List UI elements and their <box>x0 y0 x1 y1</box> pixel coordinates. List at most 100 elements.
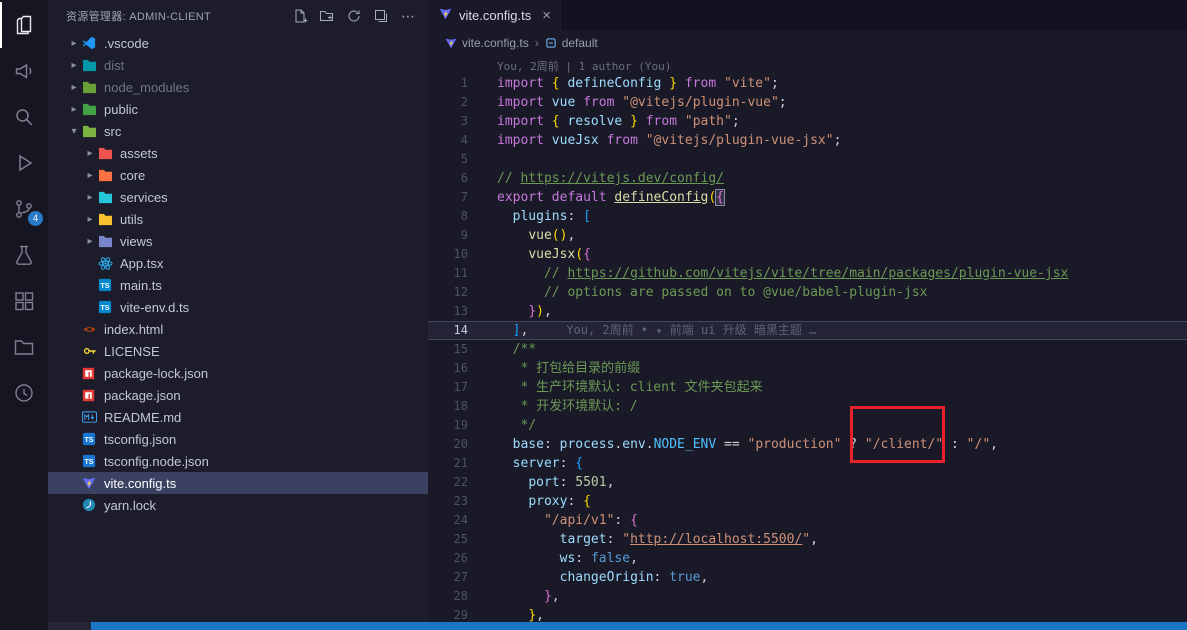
activity-source-control[interactable]: 4 <box>0 186 48 232</box>
refresh-button[interactable] <box>344 6 364 26</box>
chevron-right-icon: ▸ <box>66 104 82 115</box>
code-line-19[interactable]: 19 */ <box>428 416 1187 435</box>
tree-item-core[interactable]: ▸core <box>48 164 428 186</box>
activity-search[interactable] <box>0 94 48 140</box>
code-line-26[interactable]: 26 ws: false, <box>428 549 1187 568</box>
code-line-7[interactable]: 7export default defineConfig({ <box>428 188 1187 207</box>
tree-item-views[interactable]: ▸views <box>48 230 428 252</box>
code-line-13[interactable]: 13 }), <box>428 302 1187 321</box>
code-line-28[interactable]: 28 }, <box>428 587 1187 606</box>
close-tab-icon[interactable]: × <box>542 8 551 23</box>
code-line-17[interactable]: 17 * 生产环境默认: client 文件夹包起来 <box>428 378 1187 397</box>
tree-item-.vscode[interactable]: ▸.vscode <box>48 32 428 54</box>
tree-item-LICENSE[interactable]: LICENSE <box>48 340 428 362</box>
codelens-text[interactable]: You, 2周前 | 1 author (You) <box>480 58 671 74</box>
chevron-right-icon: ▸ <box>82 236 98 247</box>
codelens-row[interactable]: You, 2周前 | 1 author (You) <box>428 56 1187 74</box>
tree-item-yarn.lock[interactable]: yarn.lock <box>48 494 428 516</box>
code-line-29[interactable]: 29 }, <box>428 606 1187 622</box>
code-line-4[interactable]: 4import vueJsx from "@vitejs/plugin-vue-… <box>428 131 1187 150</box>
breadcrumb-symbol[interactable]: default <box>545 36 598 50</box>
code-line-1[interactable]: 1import { defineConfig } from "vite"; <box>428 74 1187 93</box>
code-line-8[interactable]: 8 plugins: [ <box>428 207 1187 226</box>
code-text: ws: false, <box>480 549 638 568</box>
folder-icon <box>82 103 104 116</box>
tree-item-App.tsx[interactable]: App.tsx <box>48 252 428 274</box>
code-line-16[interactable]: 16 * 打包给目录的前缀 <box>428 359 1187 378</box>
tree-item-vite.config.ts[interactable]: vite.config.ts <box>48 472 428 494</box>
tree-item-public[interactable]: ▸ public <box>48 98 428 120</box>
chevron-right-icon: ▸ <box>66 60 82 71</box>
beaker-icon <box>12 243 36 267</box>
code-line-11[interactable]: 11 // https://github.com/vitejs/vite/tre… <box>428 264 1187 283</box>
new-folder-button[interactable] <box>317 6 337 26</box>
vscode-window: 4 资源管理器: ADMIN-CLIENT <box>0 0 1187 630</box>
folder-icon <box>98 169 120 182</box>
code-text: // options are passed on to @vue/babel-p… <box>480 283 927 302</box>
chevron-right-icon: ▸ <box>82 148 98 159</box>
code-line-21[interactable]: 21 server: { <box>428 454 1187 473</box>
code-line-2[interactable]: 2import vue from "@vitejs/plugin-vue"; <box>428 93 1187 112</box>
tree-item-package-lock.json[interactable]: package-lock.json <box>48 362 428 384</box>
code-line-9[interactable]: 9 vue(), <box>428 226 1187 245</box>
code-line-24[interactable]: 24 "/api/v1": { <box>428 511 1187 530</box>
code-text: import { defineConfig } from "vite"; <box>480 74 779 93</box>
tree-item-tsconfig.json[interactable]: TStsconfig.json <box>48 428 428 450</box>
activity-megaphone[interactable] <box>0 48 48 94</box>
activity-clock[interactable] <box>0 370 48 416</box>
new-file-button[interactable] <box>290 6 310 26</box>
tree-item-index.html[interactable]: <>index.html <box>48 318 428 340</box>
tree-item-assets[interactable]: ▸assets <box>48 142 428 164</box>
code-line-3[interactable]: 3import { resolve } from "path"; <box>428 112 1187 131</box>
activity-run-debug[interactable] <box>0 140 48 186</box>
tree-item-tsconfig.node.json[interactable]: TStsconfig.node.json <box>48 450 428 472</box>
collapse-all-button[interactable] <box>371 6 391 26</box>
line-number: 24 <box>428 511 480 530</box>
code-line-6[interactable]: 6// https://vitejs.dev/config/ <box>428 169 1187 188</box>
tree-item-label: public <box>104 102 138 117</box>
code-line-14[interactable]: 14 ],You, 2周前 • ✦ 前端 ui 升级 暗黑主题 … <box>428 321 1187 340</box>
breadcrumb-file[interactable]: vite.config.ts <box>445 36 529 50</box>
tree-item-label: index.html <box>104 322 163 337</box>
activity-project-folder[interactable] <box>0 324 48 370</box>
code-text <box>480 150 497 169</box>
code-line-12[interactable]: 12 // options are passed on to @vue/babe… <box>428 283 1187 302</box>
ts-icon: TS <box>82 454 104 468</box>
code-line-25[interactable]: 25 target: "http://localhost:5500/", <box>428 530 1187 549</box>
code-line-27[interactable]: 27 changeOrigin: true, <box>428 568 1187 587</box>
tree-item-services[interactable]: ▸services <box>48 186 428 208</box>
code-text: server: { <box>480 454 583 473</box>
line-number: 29 <box>428 606 480 622</box>
tree-item-node_modules[interactable]: ▸node_modules <box>48 76 428 98</box>
activity-explorer[interactable] <box>0 2 48 48</box>
code-text: * 打包给目录的前缀 <box>480 359 640 378</box>
tree-item-utils[interactable]: ▸utils <box>48 208 428 230</box>
code-line-10[interactable]: 10 vueJsx({ <box>428 245 1187 264</box>
code-line-22[interactable]: 22 port: 5501, <box>428 473 1187 492</box>
tab-vite-config[interactable]: vite.config.ts × <box>428 0 563 30</box>
tree-item-main.ts[interactable]: TSmain.ts <box>48 274 428 296</box>
code-text: changeOrigin: true, <box>480 568 708 587</box>
code-line-23[interactable]: 23 proxy: { <box>428 492 1187 511</box>
folder-icon <box>98 213 120 226</box>
search-icon <box>12 105 36 129</box>
tree-item-README.md[interactable]: README.md <box>48 406 428 428</box>
code-line-15[interactable]: 15 /** <box>428 340 1187 359</box>
line-number: 21 <box>428 454 480 473</box>
tree-item-src[interactable]: ▾src <box>48 120 428 142</box>
more-actions-button[interactable]: ⋯ <box>398 6 418 26</box>
run-debug-icon <box>12 151 36 175</box>
code-text: proxy: { <box>480 492 591 511</box>
tree-item-vite-env.d.ts[interactable]: TSvite-env.d.ts <box>48 296 428 318</box>
activity-extensions[interactable] <box>0 278 48 324</box>
tree-item-package.json[interactable]: package.json <box>48 384 428 406</box>
code-line-20[interactable]: 20 base: process.env.NODE_ENV == "produc… <box>428 435 1187 454</box>
chevron-right-icon: ▸ <box>82 170 98 181</box>
ts-icon: TS <box>98 300 120 314</box>
code-line-5[interactable]: 5 <box>428 150 1187 169</box>
tree-item-dist[interactable]: ▸dist <box>48 54 428 76</box>
code-line-18[interactable]: 18 * 开发环境默认: / <box>428 397 1187 416</box>
remote-indicator[interactable] <box>48 622 91 630</box>
activity-testing[interactable] <box>0 232 48 278</box>
code-text: // https://vitejs.dev/config/ <box>480 169 724 188</box>
